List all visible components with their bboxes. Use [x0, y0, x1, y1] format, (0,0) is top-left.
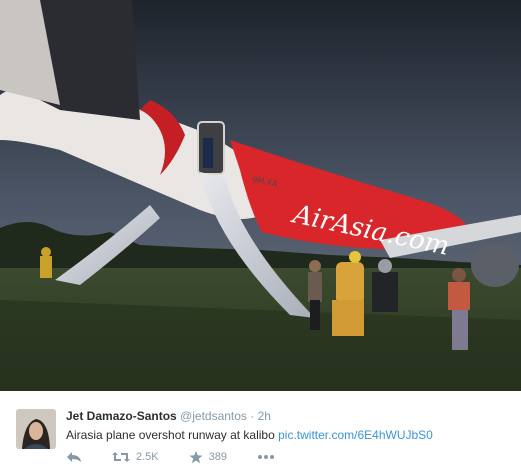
retweet-icon: [112, 452, 130, 462]
favorite-button[interactable]: 389: [189, 450, 227, 464]
tweet-body: Airasia plane overshot runway at kalibo: [66, 428, 275, 442]
tweet-text: Airasia plane overshot runway at kalibo …: [66, 428, 433, 442]
plane-overrun-image: AirAsia.com 9M-XA: [0, 0, 521, 391]
avatar[interactable]: [16, 409, 56, 449]
tweet-photo[interactable]: AirAsia.com 9M-XA: [0, 0, 521, 391]
retweet-count: 2.5K: [136, 451, 159, 463]
star-icon: [189, 450, 203, 463]
favorite-count: 389: [208, 451, 227, 463]
retweet-button[interactable]: 2.5K: [112, 451, 159, 463]
tweet-timestamp[interactable]: 2h: [258, 409, 271, 423]
tweet-link[interactable]: pic.twitter.com/6E4hWUJbS0: [278, 428, 433, 442]
tweet-card: Jet Damazo-Santos @jetdsantos · 2h Airas…: [0, 391, 521, 472]
display-name[interactable]: Jet Damazo-Santos: [66, 409, 177, 423]
separator: ·: [250, 409, 255, 423]
reply-icon: [67, 452, 81, 462]
tweet-header: Jet Damazo-Santos @jetdsantos · 2h: [66, 409, 271, 423]
more-icon: [258, 455, 274, 459]
user-handle[interactable]: @jetdsantos: [180, 409, 247, 423]
more-button[interactable]: [257, 454, 275, 460]
tweet-actions: 2.5K 389: [66, 449, 305, 465]
reply-button[interactable]: [66, 451, 82, 463]
